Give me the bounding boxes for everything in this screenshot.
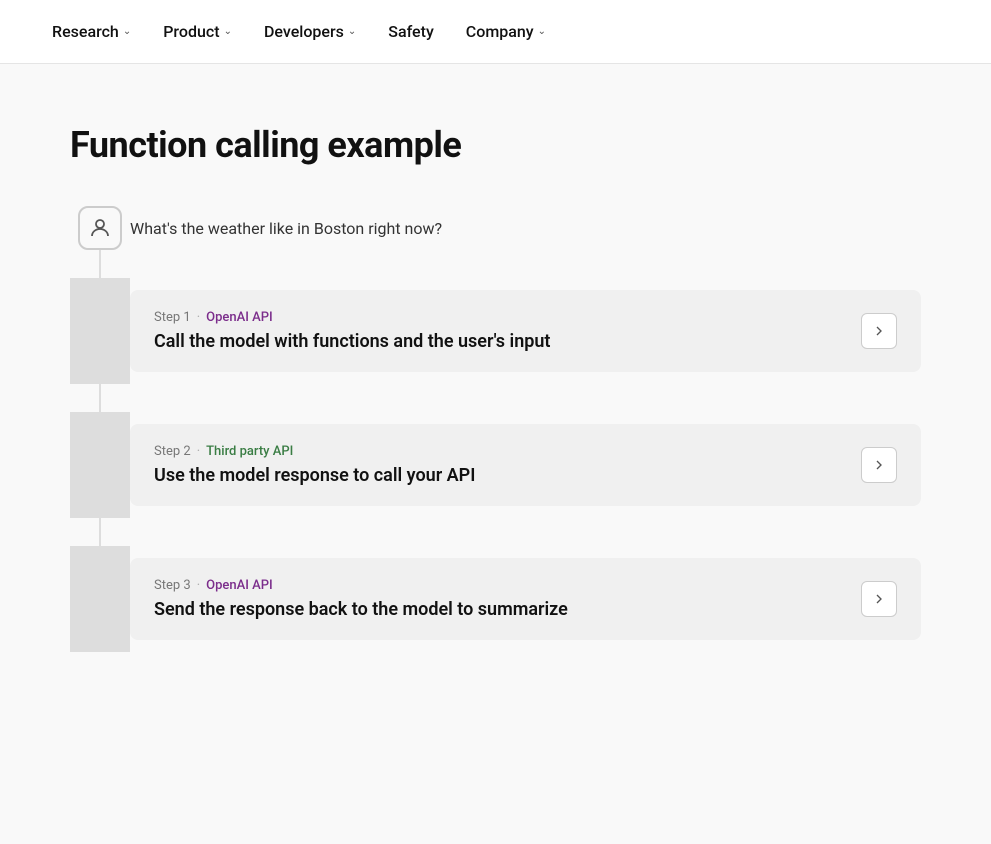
chevron-down-icon: ⌄ bbox=[348, 26, 356, 37]
user-message-content: What's the weather like in Boston right … bbox=[130, 219, 921, 238]
step-api-label-1: OpenAI API bbox=[206, 310, 273, 325]
vertical-line bbox=[70, 412, 130, 518]
step-dot-1: · bbox=[197, 310, 200, 325]
step-api-label-2: Third party API bbox=[206, 444, 293, 459]
expand-icon bbox=[871, 457, 887, 473]
nav-label-developers: Developers bbox=[264, 22, 344, 41]
chevron-down-icon: ⌄ bbox=[538, 26, 546, 37]
step-expand-button-1[interactable] bbox=[861, 313, 897, 349]
expand-icon bbox=[871, 323, 887, 339]
nav-item-safety[interactable]: Safety bbox=[376, 14, 446, 49]
user-message-row: What's the weather like in Boston right … bbox=[70, 206, 921, 250]
line-col bbox=[70, 278, 130, 384]
connector-1 bbox=[70, 250, 921, 278]
step-api-label-3: OpenAI API bbox=[206, 578, 273, 593]
nav-label-company: Company bbox=[466, 22, 534, 41]
line-col bbox=[70, 546, 130, 652]
step-label-3: Step 3 · OpenAI API bbox=[154, 578, 845, 593]
line-col bbox=[70, 250, 130, 278]
line-col bbox=[70, 518, 130, 546]
step-dot-3: · bbox=[197, 578, 200, 593]
line-col bbox=[70, 412, 130, 518]
vertical-line bbox=[99, 518, 101, 546]
step-title-1: Call the model with functions and the us… bbox=[154, 331, 845, 352]
nav-item-company[interactable]: Company ⌄ bbox=[454, 14, 558, 49]
step-title-2: Use the model response to call your API bbox=[154, 465, 845, 486]
step-row-1: Step 1 · OpenAI API Call the model with … bbox=[70, 278, 921, 384]
step-card-col-1: Step 1 · OpenAI API Call the model with … bbox=[130, 278, 921, 384]
nav-label-research: Research bbox=[52, 22, 119, 41]
nav-label-product: Product bbox=[163, 22, 219, 41]
step-card-1: Step 1 · OpenAI API Call the model with … bbox=[130, 290, 921, 372]
step-dot-2: · bbox=[197, 444, 200, 459]
step-card-2: Step 2 · Third party API Use the model r… bbox=[130, 424, 921, 506]
user-message-text: What's the weather like in Boston right … bbox=[130, 219, 442, 238]
step-number-3: Step 3 bbox=[154, 578, 191, 593]
step-number-2: Step 2 bbox=[154, 444, 191, 459]
step-content-3: Step 3 · OpenAI API Send the response ba… bbox=[154, 578, 845, 620]
flow-diagram: What's the weather like in Boston right … bbox=[70, 206, 921, 652]
step-content-2: Step 2 · Third party API Use the model r… bbox=[154, 444, 845, 486]
avatar bbox=[78, 206, 122, 250]
connector-2 bbox=[70, 384, 921, 412]
nav-item-developers[interactable]: Developers ⌄ bbox=[252, 14, 368, 49]
main-content: Function calling example What's the weat… bbox=[0, 64, 991, 692]
step-expand-button-3[interactable] bbox=[861, 581, 897, 617]
user-icon bbox=[88, 216, 112, 240]
step-label-1: Step 1 · OpenAI API bbox=[154, 310, 845, 325]
step-card-col-2: Step 2 · Third party API Use the model r… bbox=[130, 412, 921, 518]
step-card-col-3: Step 3 · OpenAI API Send the response ba… bbox=[130, 546, 921, 652]
step-content-1: Step 1 · OpenAI API Call the model with … bbox=[154, 310, 845, 352]
vertical-line bbox=[70, 278, 130, 384]
chevron-down-icon: ⌄ bbox=[224, 26, 232, 37]
main-nav: Research ⌄ Product ⌄ Developers ⌄ Safety… bbox=[0, 0, 991, 64]
step-number-1: Step 1 bbox=[154, 310, 191, 325]
connector-3 bbox=[70, 518, 921, 546]
expand-icon bbox=[871, 591, 887, 607]
nav-item-product[interactable]: Product ⌄ bbox=[151, 14, 244, 49]
step-card-3: Step 3 · OpenAI API Send the response ba… bbox=[130, 558, 921, 640]
step-label-2: Step 2 · Third party API bbox=[154, 444, 845, 459]
vertical-line bbox=[70, 546, 130, 652]
step-row-3: Step 3 · OpenAI API Send the response ba… bbox=[70, 546, 921, 652]
user-icon-col bbox=[70, 206, 130, 250]
chevron-down-icon: ⌄ bbox=[123, 26, 131, 37]
page-title: Function calling example bbox=[70, 124, 921, 166]
step-row-2: Step 2 · Third party API Use the model r… bbox=[70, 412, 921, 518]
nav-item-research[interactable]: Research ⌄ bbox=[40, 14, 143, 49]
step-title-3: Send the response back to the model to s… bbox=[154, 599, 845, 620]
vertical-line bbox=[99, 250, 101, 278]
vertical-line bbox=[99, 384, 101, 412]
nav-label-safety: Safety bbox=[388, 22, 434, 41]
line-col bbox=[70, 384, 130, 412]
step-expand-button-2[interactable] bbox=[861, 447, 897, 483]
